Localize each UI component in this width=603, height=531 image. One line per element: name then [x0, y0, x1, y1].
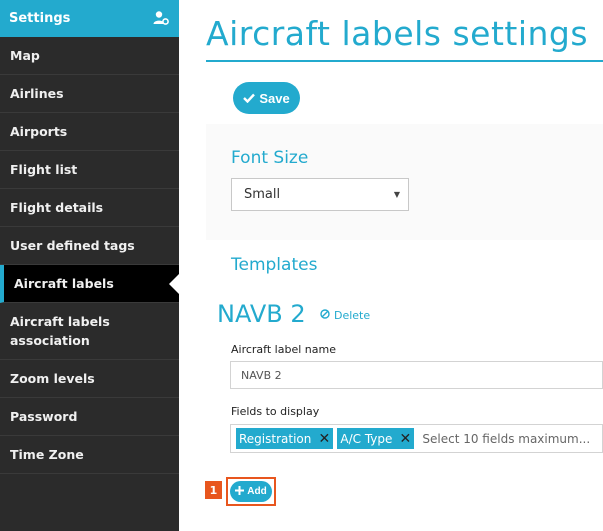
- font-size-selected-value: Small: [244, 187, 281, 202]
- fields-to-display-label: Fields to display: [231, 405, 320, 418]
- main-content: Aircraft labels settings Save Font Size …: [179, 0, 603, 531]
- add-button-highlight: Add: [226, 477, 276, 506]
- fields-placeholder: Select 10 fields maximum...: [422, 431, 591, 446]
- page-title: Aircraft labels settings: [206, 14, 589, 53]
- save-button[interactable]: Save: [233, 82, 300, 114]
- sidebar-item-label: Time Zone: [10, 447, 84, 462]
- step-number-badge: 1: [205, 481, 222, 499]
- checkmark-icon: [243, 91, 256, 106]
- aircraft-label-name-label: Aircraft label name: [231, 343, 336, 356]
- templates-heading: Templates: [231, 255, 318, 275]
- user-settings-icon[interactable]: [153, 10, 169, 26]
- sidebar-item-label: Aircraft labels: [14, 276, 114, 291]
- font-size-heading: Font Size: [231, 148, 309, 168]
- sidebar-item-label: Aircraft labels association: [10, 314, 110, 348]
- sidebar-item-label: Airports: [10, 124, 68, 139]
- sidebar-item-zoom-levels[interactable]: Zoom levels: [0, 360, 179, 398]
- delete-template-link[interactable]: Delete: [320, 309, 370, 322]
- tag-label: A/C Type: [340, 431, 393, 446]
- template-name-heading: NAVB 2: [217, 300, 306, 328]
- sidebar-item-airports[interactable]: Airports: [0, 113, 179, 151]
- chevron-down-icon: ▼: [393, 190, 400, 199]
- delete-label: Delete: [334, 309, 371, 322]
- font-size-select[interactable]: Small ▼: [231, 178, 409, 211]
- sidebar-item-label: Password: [10, 409, 78, 424]
- ban-icon: [320, 309, 330, 322]
- sidebar-header: Settings: [0, 0, 179, 37]
- remove-tag-icon[interactable]: ✕: [396, 428, 414, 449]
- sidebar-item-time-zone[interactable]: Time Zone: [0, 436, 179, 474]
- sidebar-item-aircraft-labels[interactable]: Aircraft labels: [0, 265, 179, 303]
- sidebar-item-label: Zoom levels: [10, 371, 95, 386]
- save-label: Save: [259, 90, 290, 106]
- sidebar-item-user-defined-tags[interactable]: User defined tags: [0, 227, 179, 265]
- sidebar-item-password[interactable]: Password: [0, 398, 179, 436]
- add-template-button[interactable]: Add: [230, 481, 272, 502]
- field-tag-ac-type: A/C Type ✕: [337, 428, 415, 449]
- sidebar-item-airlines[interactable]: Airlines: [0, 75, 179, 113]
- sidebar-item-label: User defined tags: [10, 238, 135, 253]
- sidebar: Settings Map Airlines Airports Flight li…: [0, 0, 179, 531]
- sidebar-item-flight-details[interactable]: Flight details: [0, 189, 179, 227]
- sidebar-item-flight-list[interactable]: Flight list: [0, 151, 179, 189]
- sidebar-title: Settings: [9, 11, 71, 26]
- aircraft-label-name-input[interactable]: NAVB 2: [230, 361, 603, 389]
- aircraft-label-name-value: NAVB 2: [241, 368, 282, 382]
- fields-to-display-input[interactable]: Registration ✕ A/C Type ✕ Select 10 fiel…: [230, 424, 603, 453]
- plus-icon: [235, 485, 245, 498]
- field-tag-registration: Registration ✕: [236, 428, 334, 449]
- remove-tag-icon[interactable]: ✕: [315, 428, 333, 449]
- add-label: Add: [247, 486, 267, 497]
- sidebar-item-label: Flight list: [10, 162, 78, 177]
- sidebar-item-label: Airlines: [10, 86, 64, 101]
- tag-label: Registration: [239, 431, 312, 446]
- sidebar-item-label: Map: [10, 48, 40, 63]
- title-divider: [206, 60, 603, 62]
- sidebar-item-label: Flight details: [10, 200, 104, 215]
- sidebar-item-map[interactable]: Map: [0, 37, 179, 75]
- sidebar-item-aircraft-labels-association[interactable]: Aircraft labels association: [0, 303, 179, 360]
